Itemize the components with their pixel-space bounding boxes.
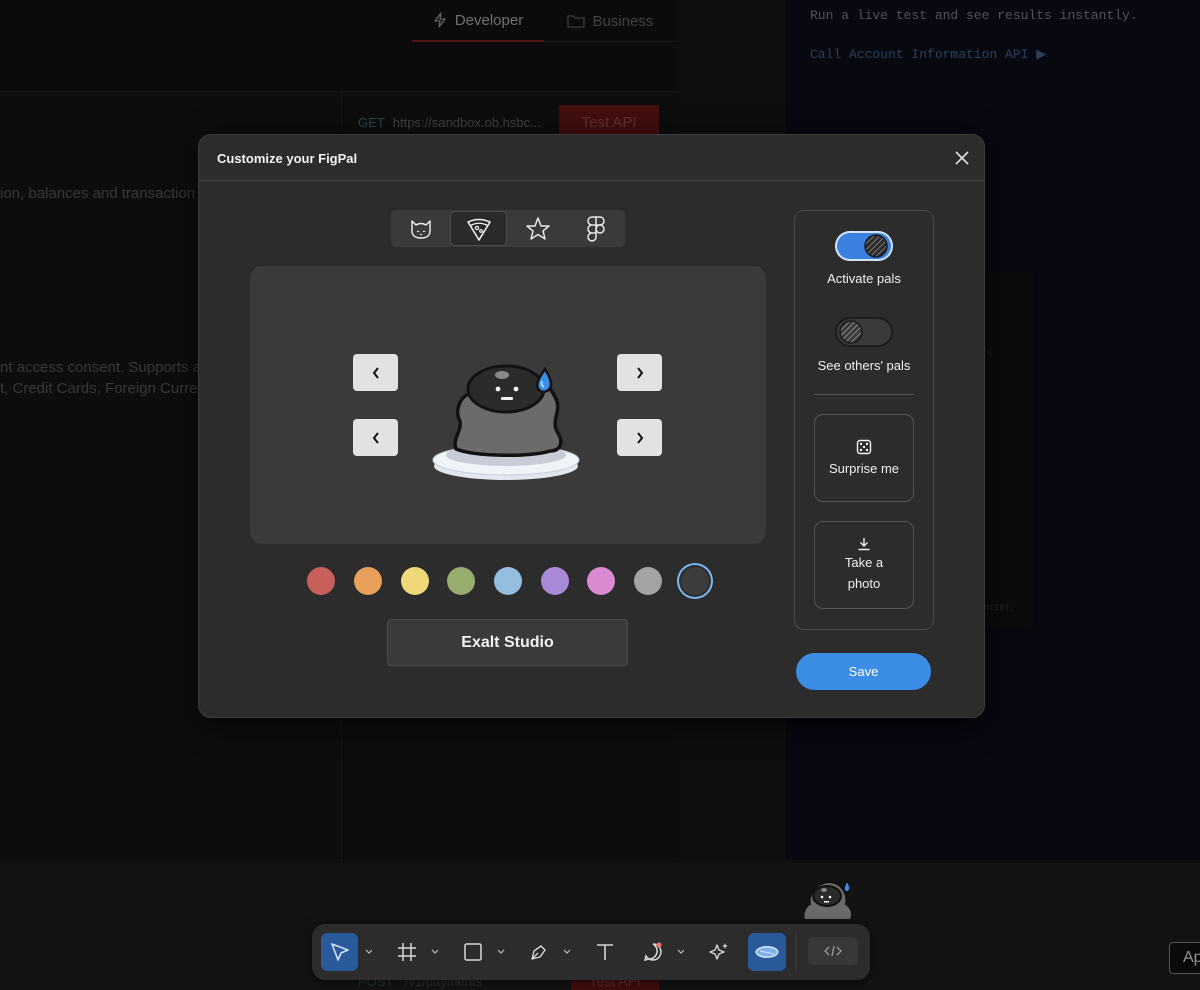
- frame-icon: [398, 943, 416, 961]
- tab-figma[interactable]: [567, 211, 624, 246]
- tab-star[interactable]: [509, 211, 566, 246]
- color-swatch-blue[interactable]: [494, 567, 522, 595]
- move-tool[interactable]: [321, 933, 358, 971]
- figpal-tool[interactable]: [748, 933, 786, 971]
- pal-settings-panel: Activate pals See others' pals Surprise …: [794, 210, 934, 630]
- chevron-right-icon: [636, 366, 643, 379]
- take-photo-button[interactable]: Take a photo: [814, 521, 914, 609]
- dialog-title: Customize your FigPal: [217, 151, 358, 166]
- chevron-left-icon: [372, 366, 379, 379]
- customize-figpal-dialog: Customize your FigPal Exalt Studio Activ…: [198, 134, 985, 718]
- text-icon: [597, 944, 613, 960]
- take-photo-label: photo: [847, 576, 881, 591]
- figpal-cursor-icon: [802, 879, 854, 921]
- dice-icon: [856, 439, 872, 454]
- prev-accessory-button[interactable]: [353, 354, 398, 391]
- close-button[interactable]: [951, 147, 973, 169]
- next-accessory-button[interactable]: [617, 354, 662, 391]
- actions-tool[interactable]: [702, 933, 736, 971]
- comment-icon: [643, 942, 662, 962]
- dialog-header: Customize your FigPal: [199, 135, 984, 181]
- pizza-icon: [755, 946, 779, 958]
- surprise-me-button[interactable]: Surprise me: [814, 414, 914, 502]
- surprise-me-label: Surprise me: [828, 460, 900, 476]
- tab-cat[interactable]: [392, 211, 449, 246]
- chevron-down-icon[interactable]: [562, 946, 572, 956]
- close-icon: [955, 151, 969, 165]
- next-body-button[interactable]: [617, 419, 662, 456]
- chevron-down-icon[interactable]: [496, 946, 506, 956]
- toolbar-divider: [795, 932, 797, 972]
- bottom-toolbar: [312, 924, 870, 980]
- color-swatch-orange[interactable]: [354, 567, 382, 595]
- download-icon: [858, 538, 870, 551]
- category-tabs: [391, 210, 625, 247]
- frame-tool[interactable]: [390, 933, 424, 971]
- activate-pals-label: Activate pals: [827, 271, 901, 286]
- toggle-knob-icon: [839, 320, 863, 344]
- chevron-down-icon[interactable]: [430, 946, 440, 956]
- pizza-icon: [466, 218, 491, 241]
- color-swatch-gray[interactable]: [634, 567, 662, 595]
- see-others-pals-toggle[interactable]: [835, 317, 893, 347]
- pal-name-field[interactable]: Exalt Studio: [387, 619, 628, 666]
- comment-tool[interactable]: [636, 933, 670, 971]
- rectangle-icon: [464, 943, 482, 961]
- cursor-icon: [330, 943, 349, 961]
- chevron-down-icon[interactable]: [676, 946, 686, 956]
- text-tool[interactable]: [588, 933, 622, 971]
- chevron-down-icon[interactable]: [364, 946, 374, 956]
- figpal-character: [432, 364, 580, 480]
- star-icon: [525, 216, 550, 240]
- chevron-left-icon: [372, 431, 379, 444]
- cat-icon: [410, 219, 431, 239]
- tab-pizza[interactable]: [450, 211, 507, 246]
- pen-icon: [531, 945, 546, 960]
- take-photo-label: Take a: [844, 555, 884, 570]
- code-icon: [824, 945, 842, 957]
- prev-body-button[interactable]: [353, 419, 398, 456]
- chevron-right-icon: [636, 431, 643, 444]
- panel-divider: [814, 394, 914, 395]
- toggle-knob-icon: [864, 234, 888, 258]
- save-button[interactable]: Save: [796, 653, 931, 690]
- see-others-pals-label: See others' pals: [817, 358, 911, 373]
- pen-tool[interactable]: [522, 933, 556, 971]
- shape-tool[interactable]: [456, 933, 490, 971]
- color-swatch-yellow[interactable]: [401, 567, 429, 595]
- color-swatch-red[interactable]: [307, 567, 335, 595]
- dev-mode-toggle[interactable]: [808, 937, 858, 965]
- color-swatch-green[interactable]: [447, 567, 475, 595]
- activate-pals-toggle[interactable]: [835, 231, 893, 261]
- color-swatch-charcoal[interactable]: [681, 567, 709, 595]
- color-swatch-purple[interactable]: [541, 567, 569, 595]
- figma-logo-icon: [586, 215, 605, 242]
- sparkle-icon: [709, 943, 728, 960]
- color-swatch-pink[interactable]: [587, 567, 615, 595]
